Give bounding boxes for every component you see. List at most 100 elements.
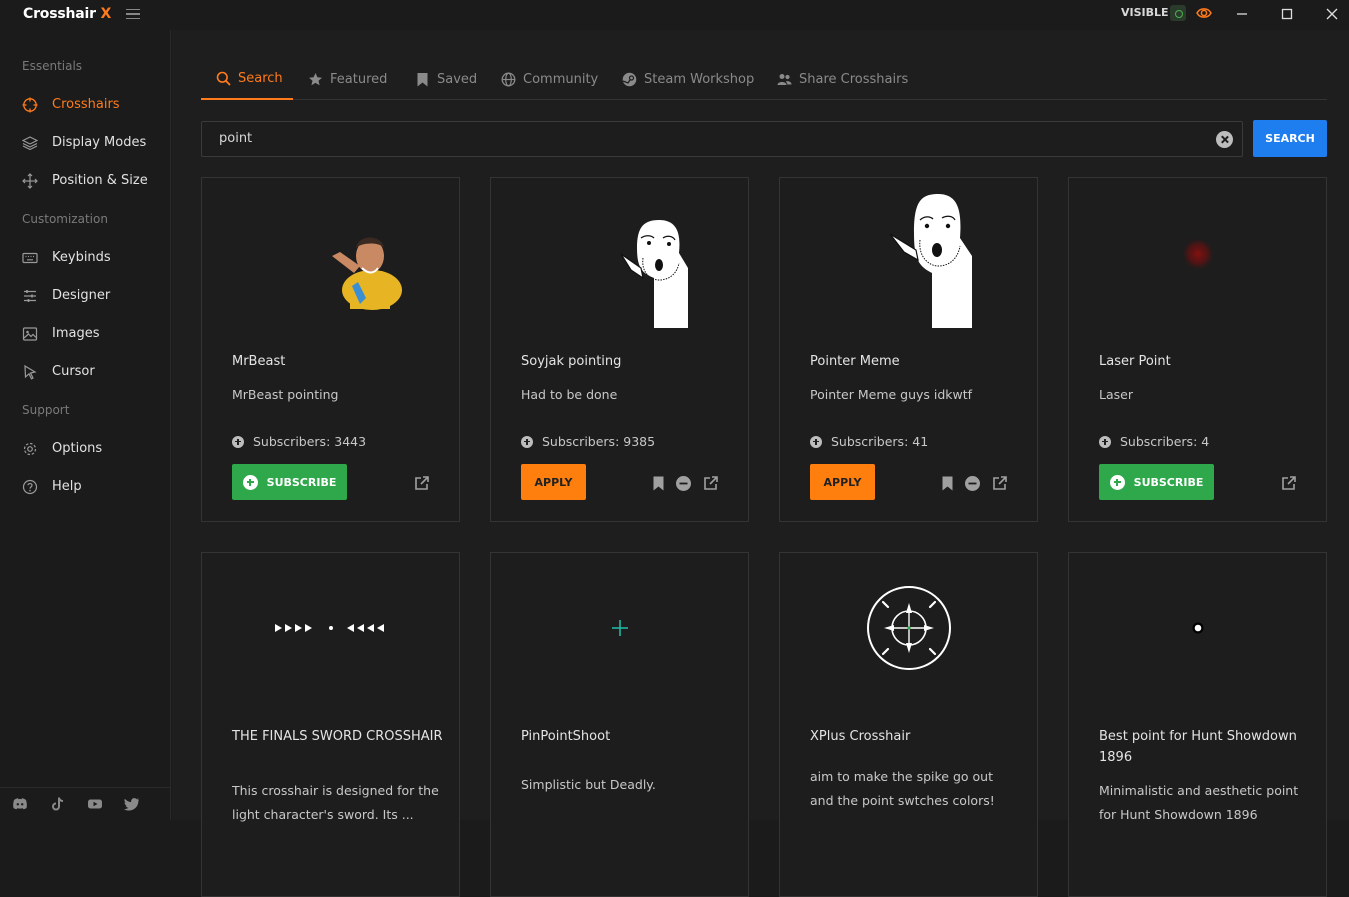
remove-icon[interactable]: [964, 475, 981, 492]
crosshair-card: Best point for Hunt Showdown 1896 Minima…: [1068, 552, 1327, 897]
close-icon[interactable]: [1322, 4, 1342, 24]
globe-icon: [501, 72, 516, 87]
youtube-icon[interactable]: [87, 796, 103, 812]
card-subscribers: Subscribers: 9385: [521, 434, 655, 449]
soyjak-image: [620, 220, 688, 328]
tab-label: Community: [523, 72, 599, 87]
plus-circle-icon: [1099, 435, 1111, 448]
tab-share-crosshairs[interactable]: Share Crosshairs: [777, 59, 908, 100]
visible-label: VISIBLE: [1121, 6, 1169, 19]
tab-saved[interactable]: Saved: [415, 59, 477, 100]
crosshair-card: Soyjak pointing Had to be done Subscribe…: [490, 177, 749, 522]
sidebar-item-help[interactable]: Help: [0, 472, 170, 502]
external-link-icon[interactable]: [702, 475, 719, 492]
sidebar-item-position-size[interactable]: Position & Size: [0, 166, 170, 196]
sidebar-item-keybinds[interactable]: Keybinds: [0, 243, 170, 273]
help-icon: [22, 479, 38, 495]
card-title: XPlus Crosshair: [810, 729, 911, 744]
apply-button[interactable]: APPLY: [521, 464, 586, 500]
sidebar-item-label: Images: [52, 326, 100, 341]
sidebar-item-label: Cursor: [52, 364, 95, 379]
crosshair-card: XPlus Crosshair aim to make the spike go…: [779, 552, 1038, 897]
crosshair-preview: [491, 553, 748, 723]
maximize-icon[interactable]: [1277, 4, 1297, 24]
laser-dot-image: [1181, 237, 1215, 271]
tab-label: Featured: [330, 72, 388, 87]
tab-steam-workshop[interactable]: Steam Workshop: [622, 59, 754, 100]
gear-icon: [23, 442, 37, 456]
main-content: Search Featured Saved Community Steam Wo…: [172, 30, 1349, 897]
bookmark-icon: [417, 73, 428, 87]
image-icon: [22, 327, 38, 341]
tab-label: Share Crosshairs: [799, 72, 909, 87]
eye-icon[interactable]: [1196, 6, 1212, 20]
sidebar-item-display-modes[interactable]: Display Modes: [0, 128, 170, 158]
card-title: MrBeast: [232, 354, 286, 369]
sword-crosshair-image: [275, 624, 384, 632]
plus-icon: [1109, 474, 1125, 490]
search-input[interactable]: point: [201, 121, 1243, 157]
external-link-icon[interactable]: [1280, 475, 1297, 492]
users-icon: [777, 74, 792, 85]
button-label: SUBSCRIBE: [266, 475, 337, 489]
card-description: Pointer Meme guys idkwtf: [810, 387, 973, 402]
subscribe-button[interactable]: SUBSCRIBE: [1099, 464, 1214, 500]
sidebar-item-crosshairs[interactable]: Crosshairs: [0, 90, 170, 120]
menu-icon[interactable]: [126, 9, 140, 19]
tiktok-icon[interactable]: [50, 796, 66, 812]
card-title: Pointer Meme: [810, 354, 900, 369]
card-title: Best point for Hunt Showdown 1896: [1099, 729, 1297, 765]
layers-icon: [22, 136, 38, 151]
tab-search[interactable]: Search: [201, 59, 293, 100]
clear-icon[interactable]: [1216, 131, 1233, 148]
card-description: MrBeast pointing: [232, 387, 339, 402]
subscribers-count: Subscribers: 41: [831, 434, 929, 449]
section-label-customization: Customization: [22, 212, 108, 226]
subscribers-count: Subscribers: 9385: [542, 434, 656, 449]
sidebar-item-cursor[interactable]: Cursor: [0, 357, 170, 387]
plus-circle-icon: [521, 435, 533, 448]
tab-label: Search: [238, 71, 283, 86]
bookmark-icon[interactable]: [650, 475, 667, 492]
tab-label: Saved: [437, 72, 478, 87]
crosshair-card: Pointer Meme Pointer Meme guys idkwtf Su…: [779, 177, 1038, 522]
card-title: Soyjak pointing: [521, 354, 622, 369]
plus-circle-icon: [232, 435, 244, 448]
crosshair-preview: [1069, 178, 1326, 348]
sidebar-item-label: Position & Size: [52, 173, 148, 188]
crosshair-card: PinPointShoot Simplistic but Deadly.: [490, 552, 749, 897]
sidebar-item-label: Display Modes: [52, 135, 147, 150]
card-title: THE FINALS SWORD CROSSHAIR: [232, 729, 443, 744]
apply-button[interactable]: APPLY: [810, 464, 875, 500]
section-label-essentials: Essentials: [22, 59, 83, 73]
card-subscribers: Subscribers: 3443: [232, 434, 366, 449]
card-subscribers: Subscribers: 41: [810, 434, 928, 449]
remove-icon[interactable]: [675, 475, 692, 492]
subscribe-button[interactable]: SUBSCRIBE: [232, 464, 347, 500]
sidebar-item-options[interactable]: Options: [0, 434, 170, 464]
crosshair-preview: [202, 553, 459, 723]
minimize-icon[interactable]: [1232, 4, 1252, 24]
crosshair-card: THE FINALS SWORD CROSSHAIR This crosshai…: [201, 552, 460, 897]
keyboard-icon: [22, 252, 38, 264]
card-description: Simplistic but Deadly.: [521, 777, 656, 792]
card-title: PinPointShoot: [521, 729, 611, 744]
tab-community[interactable]: Community: [501, 59, 598, 100]
external-link-icon[interactable]: [991, 475, 1008, 492]
crosshair-icon: [22, 97, 38, 113]
search-button[interactable]: SEARCH: [1253, 120, 1327, 157]
sidebar-item-label: Keybinds: [52, 250, 111, 265]
crosshair-preview: [202, 178, 459, 348]
twitter-icon[interactable]: [124, 796, 140, 812]
crosshair-card: MrBeast MrBeast pointing Subscribers: 34…: [201, 177, 460, 522]
sidebar-item-images[interactable]: Images: [0, 319, 170, 349]
section-label-support: Support: [22, 403, 70, 417]
sidebar-item-designer[interactable]: Designer: [0, 281, 170, 311]
sidebar-item-label: Options: [52, 441, 103, 456]
discord-icon[interactable]: [12, 796, 28, 812]
visibility-status-icon[interactable]: [1170, 5, 1186, 21]
tab-featured[interactable]: Featured: [308, 59, 387, 100]
crosshair-preview: [780, 178, 1037, 348]
bookmark-icon[interactable]: [939, 475, 956, 492]
external-link-icon[interactable]: [413, 475, 430, 492]
